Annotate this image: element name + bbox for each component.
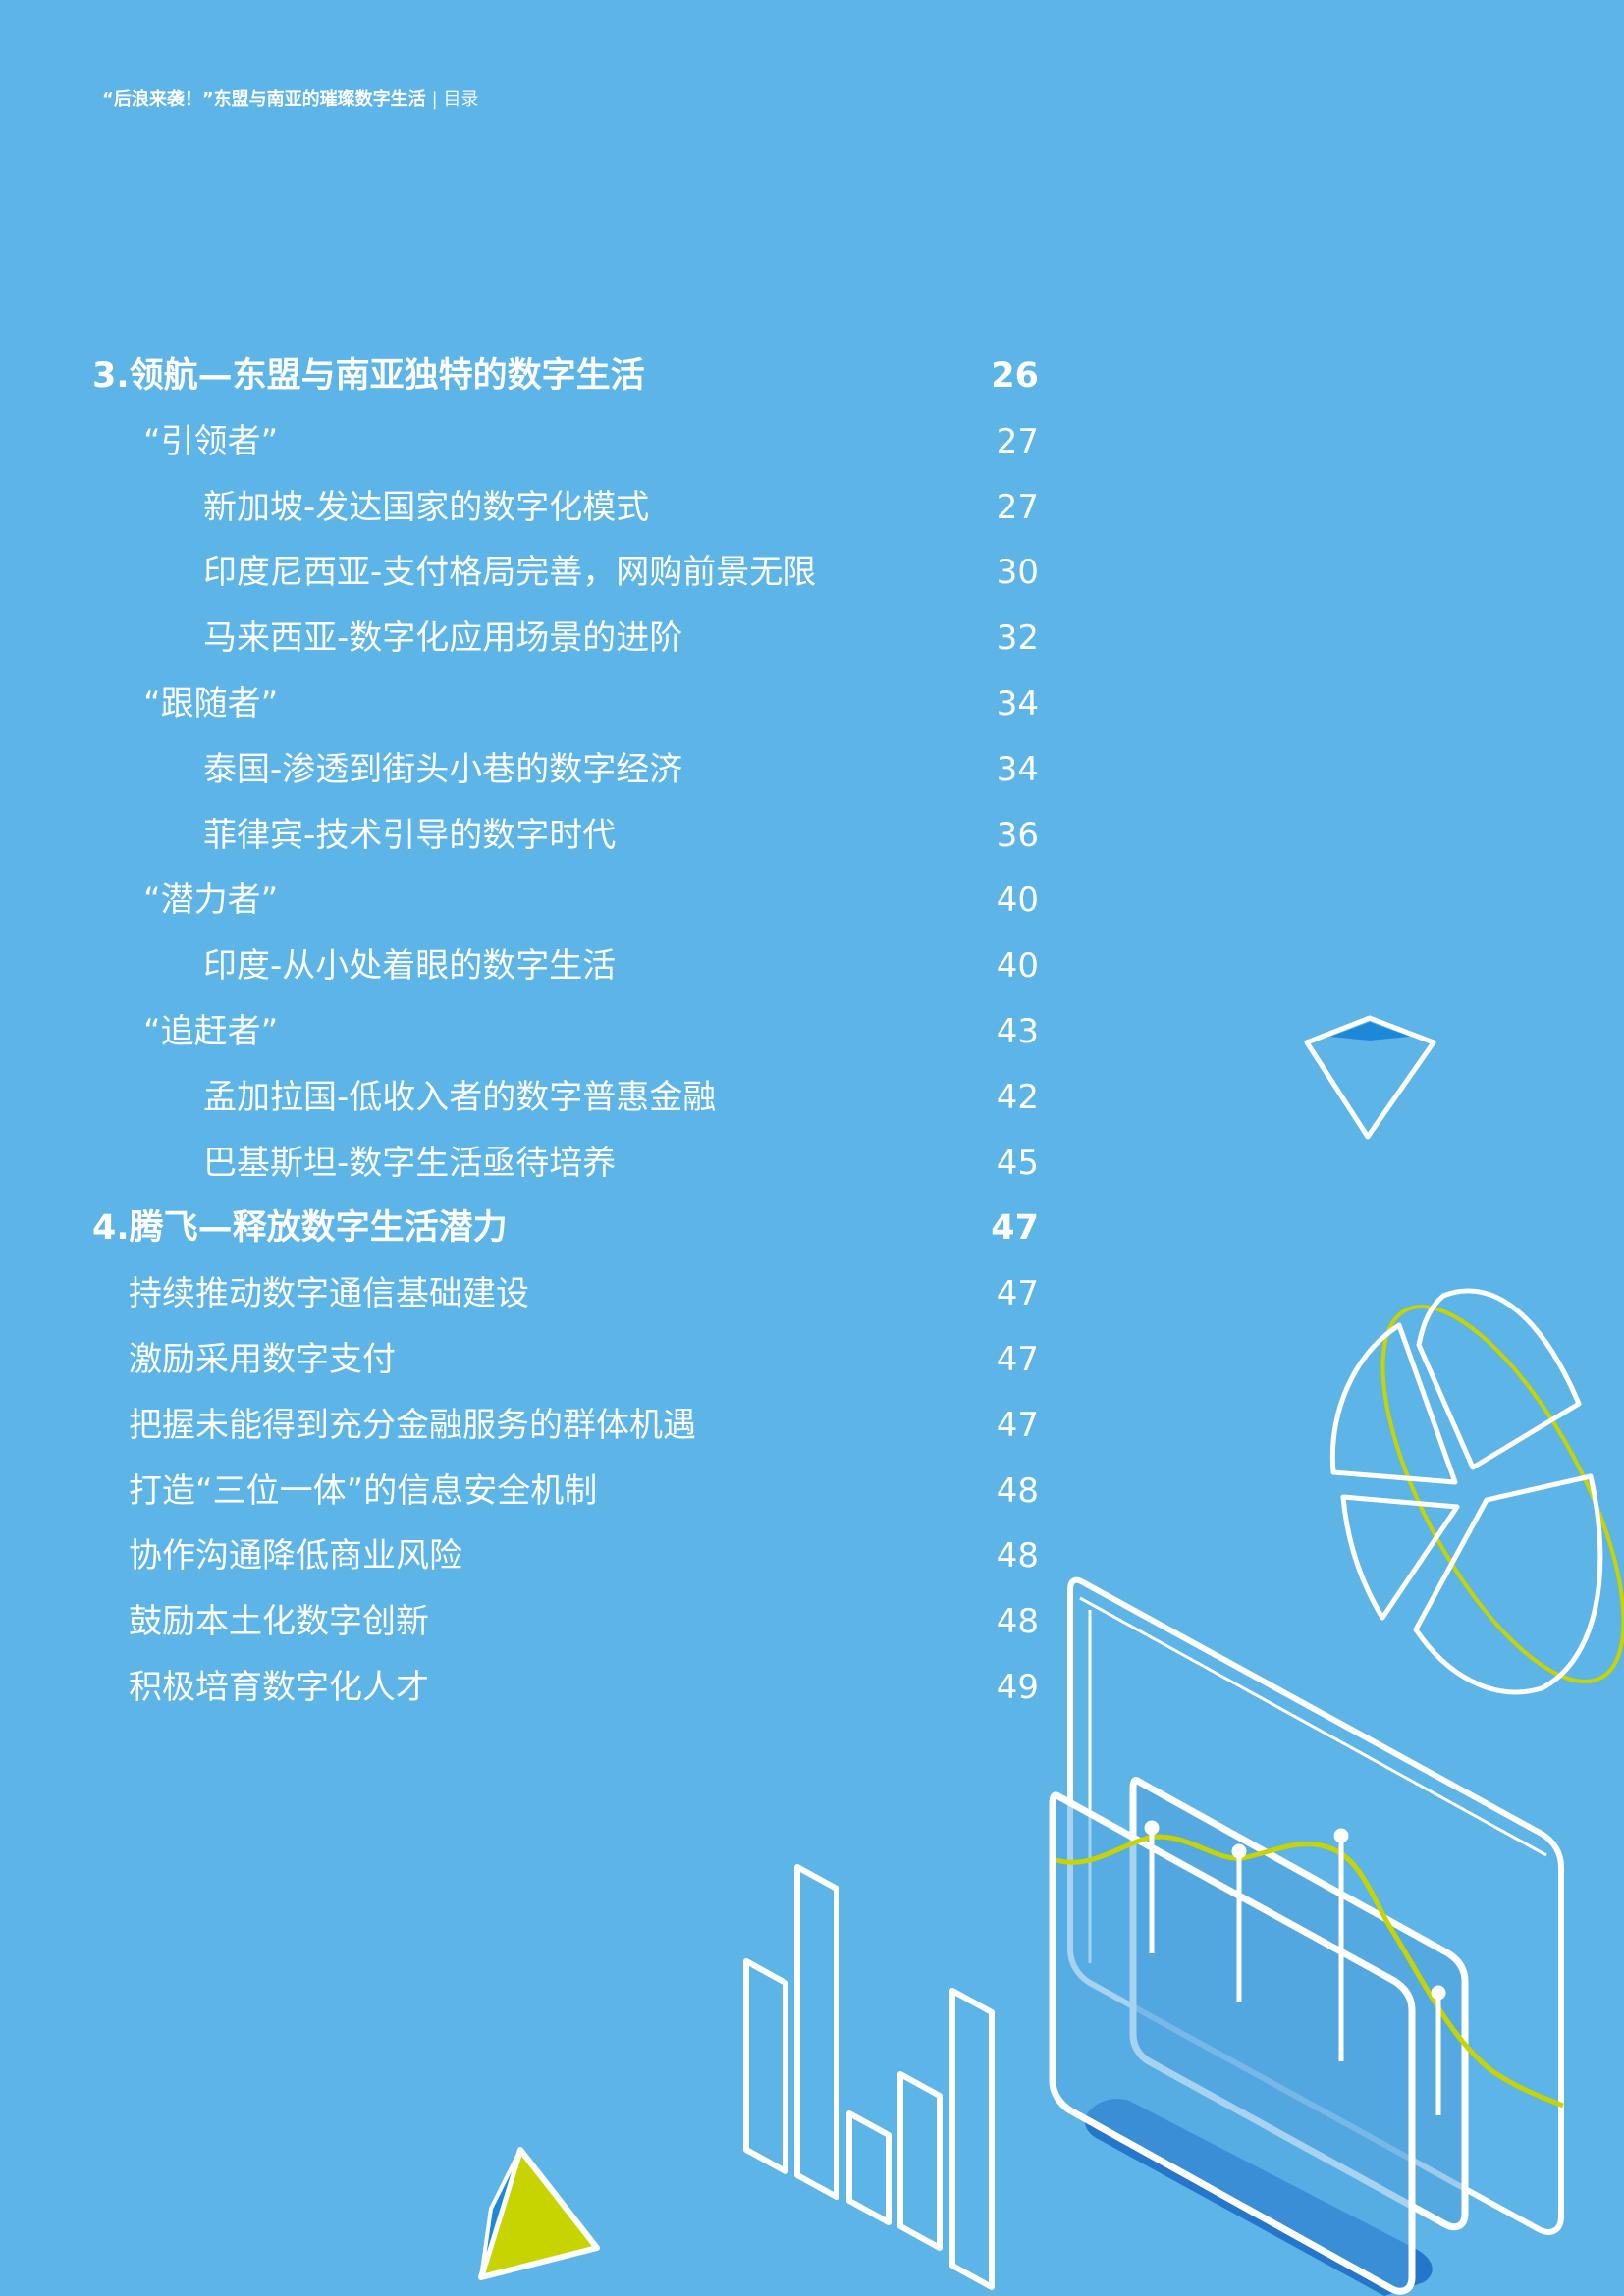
toc-entry-label: 协作沟通降低商业风险	[129, 1536, 462, 1575]
toc-entry-label: “跟随者”	[143, 684, 279, 723]
toc-entry-row[interactable]: 激励采用数字支付 47	[0, 1335, 1051, 1384]
toc-entry-label: 鼓励本土化数字创新	[129, 1602, 429, 1641]
toc-page-number: 36	[996, 816, 1039, 855]
toc-entry-label: 3.领航—东盟与南亚独特的数字生活	[92, 356, 645, 396]
toc-page-number: 43	[996, 1012, 1039, 1051]
toc-section-row[interactable]: 4.腾飞—释放数字生活潜力 47	[0, 1203, 1051, 1253]
toc-page-number: 49	[996, 1668, 1039, 1707]
toc-section-row[interactable]: 3.领航—东盟与南亚独特的数字生活 26	[0, 351, 1051, 400]
toc-page-number: 47	[996, 1406, 1039, 1445]
toc-page-number: 32	[996, 618, 1039, 658]
toc-entry-row[interactable]: 孟加拉国-低收入者的数字普惠金融 42	[0, 1073, 1051, 1122]
toc-entry-label: 印度-从小处着眼的数字生活	[203, 946, 617, 986]
toc-page-number: 40	[996, 881, 1039, 920]
toc-entry-row[interactable]: “追赶者” 43	[0, 1007, 1051, 1056]
toc-entry-label: 泰国-渗透到街头小巷的数字经济	[203, 750, 683, 789]
toc-page-number: 34	[996, 750, 1039, 789]
toc-entry-row[interactable]: 打造“三位一体”的信息安全机制 48	[0, 1467, 1051, 1516]
toc-page-number: 26	[991, 356, 1039, 396]
toc-entry-label: 印度尼西亚-支付格局完善，网购前景无限	[203, 553, 817, 592]
toc-entry-row[interactable]: 协作沟通降低商业风险 48	[0, 1531, 1051, 1580]
toc-entry-label: 积极培育数字化人才	[129, 1668, 429, 1707]
toc-page-number: 34	[996, 684, 1039, 723]
toc-page-number: 48	[996, 1536, 1039, 1575]
toc-entry-label: “引领者”	[143, 422, 279, 461]
toc-page-number: 30	[996, 553, 1039, 592]
toc-entry-label: 马来西亚-数字化应用场景的进阶	[203, 618, 683, 658]
table-of-contents: 3.领航—东盟与南亚独特的数字生活 26 “引领者” 27 新加坡-发达国家的数字化模式…	[0, 0, 1624, 2296]
toc-entry-row[interactable]: 印度-从小处着眼的数字生活 40	[0, 941, 1051, 990]
toc-entry-row[interactable]: 印度尼西亚-支付格局完善，网购前景无限 30	[0, 548, 1051, 597]
toc-entry-label: 激励采用数字支付	[129, 1340, 396, 1379]
toc-page-number: 47	[996, 1340, 1039, 1379]
toc-entry-label: 4.腾飞—释放数字生活潜力	[92, 1208, 508, 1248]
toc-entry-row[interactable]: “引领者” 27	[0, 417, 1051, 466]
toc-page-number: 48	[996, 1602, 1039, 1641]
toc-page-number: 48	[996, 1471, 1039, 1511]
toc-entry-row[interactable]: 泰国-渗透到街头小巷的数字经济 34	[0, 745, 1051, 794]
toc-entry-label: 打造“三位一体”的信息安全机制	[129, 1471, 598, 1511]
toc-entry-row[interactable]: 巴基斯坦-数字生活亟待培养 45	[0, 1139, 1051, 1188]
toc-page-number: 27	[996, 422, 1039, 461]
toc-entry-row[interactable]: 菲律宾-技术引导的数字时代 36	[0, 811, 1051, 860]
toc-page-number: 40	[996, 946, 1039, 986]
toc-entry-row[interactable]: “潜力者” 40	[0, 876, 1051, 925]
toc-entry-row[interactable]: 新加坡-发达国家的数字化模式 27	[0, 483, 1051, 532]
toc-page-number: 27	[996, 488, 1039, 527]
toc-entry-row[interactable]: 持续推动数字通信基础建设 47	[0, 1269, 1051, 1318]
toc-page-number: 45	[996, 1144, 1039, 1183]
toc-entry-row[interactable]: “跟随者” 34	[0, 679, 1051, 728]
toc-page-number: 47	[991, 1208, 1039, 1248]
toc-entry-label: 新加坡-发达国家的数字化模式	[203, 488, 650, 527]
toc-page-number: 47	[996, 1274, 1039, 1313]
toc-entry-row[interactable]: 鼓励本土化数字创新 48	[0, 1597, 1051, 1646]
toc-entry-row[interactable]: 把握未能得到充分金融服务的群体机遇 47	[0, 1401, 1051, 1450]
toc-entry-label: 巴基斯坦-数字生活亟待培养	[203, 1144, 617, 1183]
toc-entry-row[interactable]: 积极培育数字化人才 49	[0, 1663, 1051, 1712]
toc-entry-row[interactable]: 马来西亚-数字化应用场景的进阶 32	[0, 614, 1051, 663]
toc-page-number: 42	[996, 1078, 1039, 1117]
toc-entry-label: 持续推动数字通信基础建设	[129, 1274, 529, 1313]
toc-entry-label: “潜力者”	[143, 881, 279, 920]
toc-entry-label: 把握未能得到充分金融服务的群体机遇	[129, 1406, 696, 1445]
toc-entry-label: 菲律宾-技术引导的数字时代	[203, 816, 617, 855]
toc-entry-label: “追赶者”	[143, 1012, 279, 1051]
toc-entry-label: 孟加拉国-低收入者的数字普惠金融	[203, 1078, 717, 1117]
